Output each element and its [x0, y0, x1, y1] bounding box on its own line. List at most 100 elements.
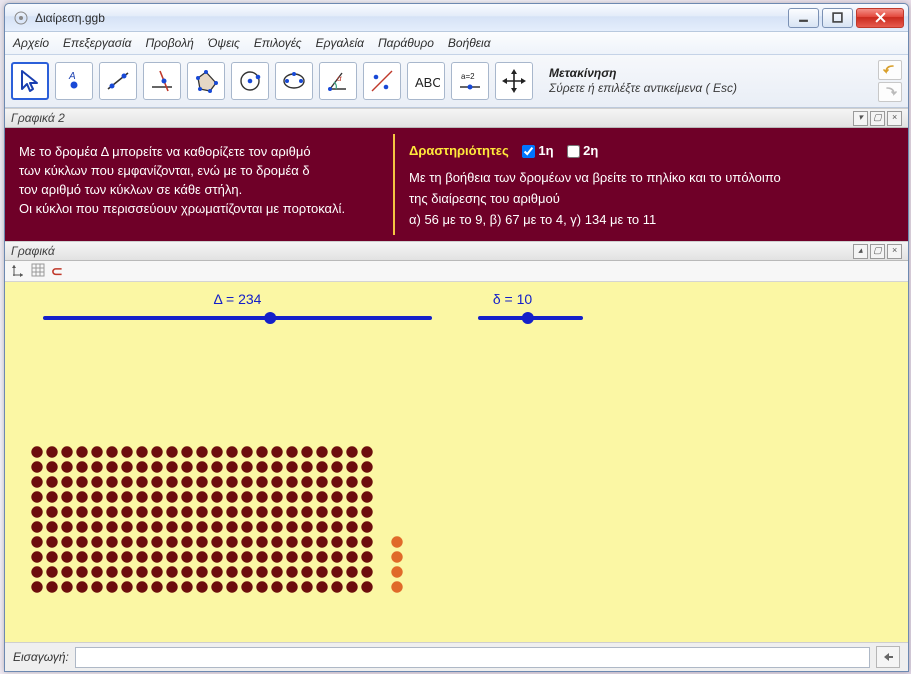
grid-dot: [76, 581, 87, 592]
grid-dot: [46, 446, 57, 457]
menu-view[interactable]: Προβολή: [145, 36, 193, 50]
undo-button[interactable]: [878, 60, 902, 80]
grid-dot: [91, 461, 102, 472]
grid-dot: [226, 521, 237, 532]
axes-toggle-icon[interactable]: [11, 263, 25, 280]
grid-dot: [331, 566, 342, 577]
instructions-line: τον αριθμό των κύκλων σε κάθε στήλη.: [19, 180, 381, 199]
maximize-button[interactable]: [822, 8, 853, 28]
grid-dot: [226, 476, 237, 487]
menu-tools[interactable]: Εργαλεία: [316, 36, 364, 50]
grid-dot: [166, 491, 177, 502]
command-input[interactable]: [75, 647, 870, 668]
activities-title: Δραστηριότητες: [409, 143, 509, 158]
menu-file[interactable]: Αρχείο: [13, 36, 49, 50]
panel-close-icon[interactable]: ×: [887, 111, 902, 126]
panel-close-icon[interactable]: ×: [887, 244, 902, 259]
menu-help[interactable]: Βοήθεια: [448, 36, 491, 50]
grid-dot: [106, 551, 117, 562]
grid-dot: [361, 476, 372, 487]
tool-ellipse[interactable]: [275, 62, 313, 100]
grid-dot: [136, 446, 147, 457]
grid-dot: [316, 476, 327, 487]
grid-dot: [31, 461, 42, 472]
redo-button[interactable]: [878, 82, 902, 102]
tool-move[interactable]: [11, 62, 49, 100]
grid-dot: [331, 536, 342, 547]
grid-dot: [301, 536, 312, 547]
grid-dot: [346, 581, 357, 592]
tool-angle[interactable]: α: [319, 62, 357, 100]
grid-dot: [361, 521, 372, 532]
grid-dot: [136, 521, 147, 532]
tool-move-view[interactable]: [495, 62, 533, 100]
grid-dot: [136, 566, 147, 577]
grid-dot: [211, 506, 222, 517]
checkbox-activity-2[interactable]: [567, 145, 580, 158]
grid-dot: [31, 551, 42, 562]
grid-dot: [76, 566, 87, 577]
grid-dot: [166, 461, 177, 472]
grid-dot: [166, 506, 177, 517]
grid-dot: [181, 581, 192, 592]
minimize-button[interactable]: [788, 8, 819, 28]
grid-dot: [271, 491, 282, 502]
grid-dot: [316, 446, 327, 457]
graphics-header[interactable]: Γραφικά ▴ ▢ ×: [5, 241, 908, 261]
menu-perspectives[interactable]: Όψεις: [208, 36, 240, 50]
panel-undock-icon[interactable]: ▢: [870, 244, 885, 259]
panel-collapse-icon[interactable]: ▴: [853, 244, 868, 259]
tool-polygon[interactable]: [187, 62, 225, 100]
graphics2-header[interactable]: Γραφικά 2 ▾ ▢ ×: [5, 108, 908, 128]
svg-text:A: A: [68, 71, 76, 82]
grid-dot: [361, 551, 372, 562]
grid-dot: [76, 446, 87, 457]
grid-dot: [271, 461, 282, 472]
panel-collapse-icon[interactable]: ▾: [853, 111, 868, 126]
tool-perpendicular[interactable]: [143, 62, 181, 100]
grid-dot: [151, 551, 162, 562]
grid-toggle-icon[interactable]: [31, 263, 45, 280]
slider-D-handle[interactable]: [264, 312, 276, 324]
grid-dot: [136, 536, 147, 547]
menu-edit[interactable]: Επεξεργασία: [63, 36, 131, 50]
grid-dot: [256, 491, 267, 502]
grid-dot: [361, 581, 372, 592]
panel-undock-icon[interactable]: ▢: [870, 111, 885, 126]
tool-reflect[interactable]: [363, 62, 401, 100]
grid-dot: [211, 521, 222, 532]
svg-text:ABC: ABC: [415, 75, 440, 90]
tool-slider[interactable]: a=2: [451, 62, 489, 100]
grid-dot: [151, 506, 162, 517]
snap-icon[interactable]: ⊂: [51, 263, 63, 280]
menu-window[interactable]: Παράθυρο: [378, 36, 434, 50]
grid-dot: [211, 551, 222, 562]
grid-dot: [76, 506, 87, 517]
grid-dot: [166, 566, 177, 577]
grid-dot: [226, 581, 237, 592]
grid-dot: [46, 506, 57, 517]
input-help-button[interactable]: [876, 646, 900, 668]
close-button[interactable]: [856, 8, 904, 28]
grid-dot: [121, 521, 132, 532]
grid-dot: [331, 506, 342, 517]
grid-dot: [76, 476, 87, 487]
grid-dot: [256, 476, 267, 487]
graphics-canvas[interactable]: Δ = 234δ = 10: [5, 282, 908, 642]
titlebar[interactable]: Διαίρεση.ggb: [5, 4, 908, 32]
grid-dot: [31, 566, 42, 577]
instructions-line: Οι κύκλοι που περισσεύουν χρωματίζονται …: [19, 199, 381, 218]
grid-dot: [91, 581, 102, 592]
grid-dot: [361, 506, 372, 517]
tool-line[interactable]: [99, 62, 137, 100]
tool-point[interactable]: A: [55, 62, 93, 100]
grid-dot: [271, 476, 282, 487]
slider-d-handle[interactable]: [522, 312, 534, 324]
tool-text[interactable]: ABC: [407, 62, 445, 100]
checkbox-activity-1[interactable]: [522, 145, 535, 158]
grid-dot: [301, 461, 312, 472]
grid-dot: [241, 506, 252, 517]
grid-dot: [196, 536, 207, 547]
menu-options[interactable]: Επιλογές: [254, 36, 302, 50]
tool-circle[interactable]: [231, 62, 269, 100]
